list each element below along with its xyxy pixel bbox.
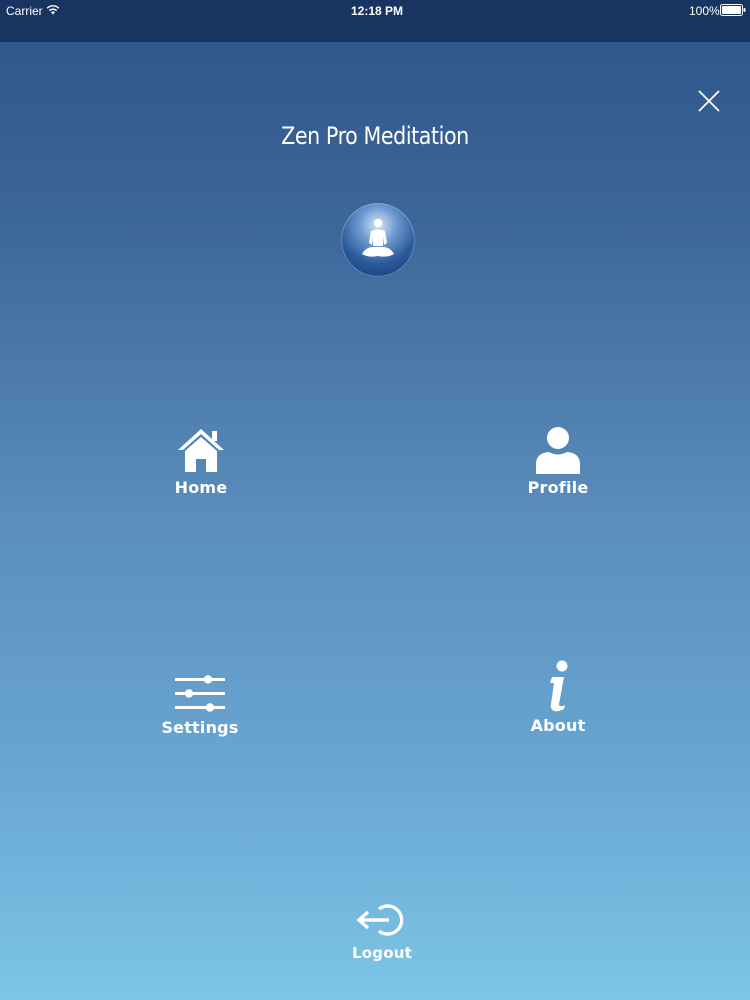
menu-settings-button[interactable]: Settings	[130, 674, 270, 737]
clock-label: 12:18 PM	[351, 4, 404, 18]
app-title: Zen Pro Meditation	[281, 122, 469, 150]
menu-logout-label: Logout	[352, 944, 412, 962]
user-icon	[536, 427, 580, 474]
menu-home-button[interactable]: Home	[131, 426, 271, 497]
menu-about-button[interactable]: About	[488, 660, 628, 735]
menu-profile-button[interactable]: Profile	[488, 426, 628, 497]
carrier-label: Carrier	[6, 4, 43, 18]
menu-logout-button[interactable]: Logout	[312, 902, 452, 962]
menu-about-label: About	[530, 716, 586, 735]
wifi-icon	[46, 5, 60, 15]
menu-profile-label: Profile	[527, 478, 589, 497]
meditation-logo	[341, 203, 415, 277]
logout-icon	[356, 904, 404, 936]
menu-home-label: Home	[174, 478, 228, 497]
info-icon	[550, 660, 568, 712]
sliders-icon	[175, 675, 225, 712]
close-icon[interactable]	[696, 88, 722, 114]
status-bar: Carrier 12:18 PM 100%	[0, 0, 750, 42]
home-icon	[178, 429, 224, 472]
battery-percent-label: 100%	[689, 4, 720, 18]
menu-settings-label: Settings	[161, 718, 239, 737]
menu-screen: Carrier 12:18 PM 100% Zen Pro Meditation	[0, 0, 750, 1000]
battery-icon	[720, 4, 746, 16]
